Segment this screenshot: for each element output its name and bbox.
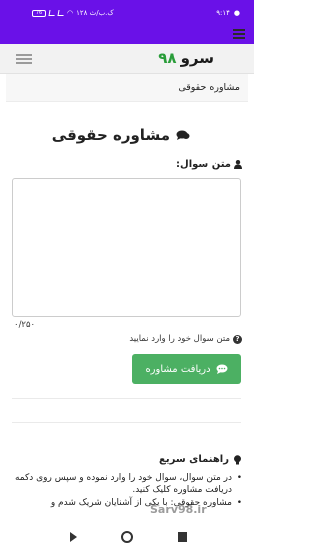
clock: ۹:۱۴ (216, 9, 230, 17)
question-textarea[interactable] (12, 178, 241, 317)
quick-guide-title-text: راهنمای سریع (159, 454, 229, 465)
site-logo[interactable]: ۹۸ سرو (158, 49, 214, 67)
network-speed: ۱۲۸ ک.ب/ث (76, 9, 114, 17)
watermark: Sarv98.ir (150, 503, 207, 516)
wifi-icon: ◠ (67, 9, 74, 17)
menu-icon[interactable] (233, 29, 245, 39)
page-title-text: مشاوره حقوقی (51, 126, 170, 144)
question-circle-icon: ? (233, 334, 242, 344)
user-icon (234, 160, 242, 169)
comment-dots-icon (216, 364, 228, 374)
character-counter: ۰/۲۵۰ (14, 320, 36, 330)
divider (12, 398, 241, 399)
get-consultation-button[interactable]: دریافت مشاوره (132, 354, 241, 384)
divider (12, 422, 241, 423)
breadcrumb: مشاوره حقوقی (6, 74, 248, 102)
question-label-text: متن سوال: (176, 159, 231, 170)
site-header: ۹۸ سرو (0, 44, 254, 74)
top-nav-strip (0, 26, 254, 44)
quick-guide-title: راهنمای سریع (159, 454, 242, 465)
signal-icon-2 (57, 10, 65, 16)
question-label: متن سوال: (176, 159, 242, 170)
recent-apps-icon[interactable] (178, 532, 187, 542)
list-item: مشاوره حقوقی: با یکی از آشنایان شریک شدم… (14, 497, 242, 509)
question-hint-text: متن سوال خود را وارد نمایید (129, 334, 230, 344)
notification-icon: ● (233, 9, 240, 17)
get-consultation-label: دریافت مشاوره (145, 363, 211, 375)
page-title: مشاوره حقوقی (52, 126, 190, 144)
status-bar: 76 ◠ ۱۲۸ ک.ب/ث ۹:۱۴ ● (0, 0, 254, 26)
question-hint: ? متن سوال خود را وارد نمایید (129, 334, 242, 344)
home-icon[interactable] (121, 531, 133, 543)
battery-icon: 76 (32, 9, 46, 17)
comments-icon (176, 130, 190, 140)
system-nav-bar (0, 526, 254, 550)
signal-icon (48, 10, 56, 16)
quick-guide-list: در متن سوال، سوال خود را وارد نموده و سپ… (14, 472, 242, 510)
logo-number: ۹۸ (158, 49, 177, 67)
hamburger-menu-icon[interactable] (16, 54, 32, 64)
logo-word: سرو (180, 49, 214, 67)
back-icon[interactable] (70, 532, 77, 542)
list-item: در متن سوال، سوال خود را وارد نموده و سپ… (14, 472, 242, 496)
lightbulb-icon (234, 454, 241, 464)
